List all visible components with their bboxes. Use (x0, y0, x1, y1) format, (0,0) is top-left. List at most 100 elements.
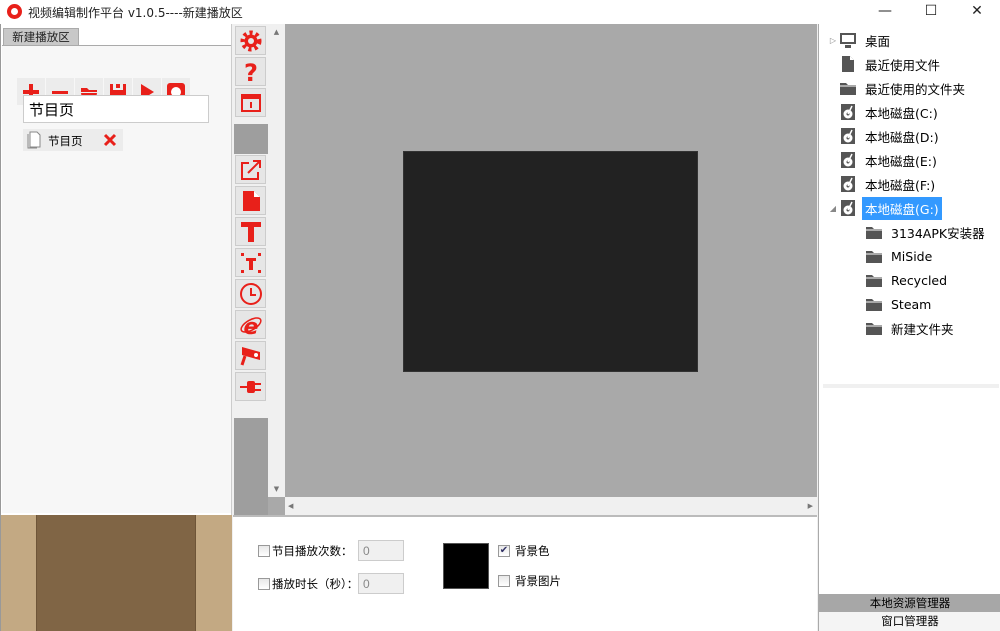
folder-icon (865, 246, 883, 266)
window-title: 视频编辑制作平台 v1.0.5----新建播放区 (28, 6, 243, 20)
file-tree: ▷ 桌面最近使用文件最近使用的文件夹 本地磁盘(C:) 本地磁盘(D:) 本地磁盘(E:… (827, 28, 999, 340)
monitor-icon (839, 30, 857, 50)
folder-icon (865, 270, 883, 290)
tree-node[interactable]: 本地磁盘(C:) (827, 100, 999, 124)
tree-divider (823, 384, 999, 388)
page-item-label: 节目页 (48, 134, 83, 148)
bg-image-label: 背景图片 (515, 574, 561, 588)
horizontal-scrollbar[interactable]: ◀ ▶ (285, 497, 817, 515)
disk-icon (839, 198, 857, 218)
tab-local-resource-manager[interactable]: 本地资源管理器 (819, 594, 1000, 612)
browser-button[interactable]: e (235, 310, 266, 339)
expander-icon[interactable]: ▷ (827, 36, 839, 45)
tree-node-label: 3134APK安装器 (891, 225, 985, 241)
resource-panel: ▷ 桌面最近使用文件最近使用的文件夹 本地磁盘(C:) 本地磁盘(D:) 本地磁盘(E:… (818, 24, 1000, 631)
tree-node[interactable]: MiSide (827, 244, 999, 268)
file-icon (242, 190, 260, 211)
tree-node[interactable]: Steam (827, 292, 999, 316)
minimize-button[interactable]: — (862, 0, 908, 24)
tree-node-label: 本地磁盘(D:) (865, 129, 939, 145)
duration-input[interactable] (358, 573, 404, 594)
tab-new-play-area[interactable]: 新建播放区 (3, 28, 79, 46)
page-icon (27, 131, 41, 149)
folder-icon (865, 318, 883, 338)
stage-screen[interactable] (403, 151, 698, 372)
bg-color-checkbox[interactable]: ✔ (498, 545, 510, 557)
tree-node-label: 本地磁盘(G:) (862, 196, 942, 220)
playlist-panel: 新建播放区 节目页 (0, 24, 232, 515)
tree-node-label: MiSide (891, 248, 933, 264)
clock-button[interactable] (235, 279, 266, 308)
text-icon (240, 221, 261, 242)
tree-node[interactable]: 新建文件夹 (827, 316, 999, 340)
settings-button[interactable] (235, 26, 266, 55)
tree-node-label: 本地磁盘(C:) (865, 105, 938, 121)
clock-icon (239, 282, 262, 305)
plug-icon (239, 380, 261, 393)
internet-explorer-icon: e (239, 315, 262, 337)
question-icon: ? (244, 60, 258, 84)
folder-icon (839, 78, 857, 98)
tree-node[interactable]: 3134APK安装器 (827, 220, 999, 244)
tree-node[interactable]: 本地磁盘(F:) (827, 172, 999, 196)
disk-icon (839, 174, 857, 194)
tree-node-label: 最近使用文件 (865, 57, 941, 73)
thumbnail-image (36, 515, 196, 631)
close-button[interactable]: ✕ (954, 0, 1000, 24)
external-link-button[interactable] (235, 155, 266, 184)
tree-node-label: Recycled (891, 272, 948, 288)
toolbar-separator (234, 124, 268, 154)
text-button[interactable] (235, 217, 266, 246)
folder-icon (865, 294, 883, 314)
maximize-button[interactable]: ☐ (908, 0, 954, 24)
svg-text:?: ? (244, 60, 258, 84)
app-logo-icon (7, 4, 22, 19)
tree-node-label: 桌面 (865, 33, 891, 49)
text-frame-button[interactable] (235, 248, 266, 277)
window-info-icon (240, 93, 261, 112)
properties-panel: 节目播放次数： 播放时长（秒）： ✔ 背景色 背景图片 (233, 515, 817, 631)
expander-icon[interactable]: ◢ (827, 204, 839, 213)
camera-button[interactable] (235, 341, 266, 370)
play-count-checkbox[interactable] (258, 545, 270, 557)
plug-button[interactable] (235, 372, 266, 401)
tree-node-label: 新建文件夹 (891, 321, 954, 337)
tree-node-label: Steam (891, 296, 932, 312)
bg-color-label: 背景色 (515, 544, 550, 558)
tree-node-label: 本地磁盘(F:) (865, 177, 936, 193)
page-list-item[interactable]: 节目页 (23, 129, 123, 151)
text-frame-icon (240, 252, 261, 273)
tree-node[interactable]: ◢ 本地磁盘(G:) (827, 196, 999, 220)
tree-node[interactable]: 本地磁盘(D:) (827, 124, 999, 148)
play-count-label: 节目播放次数： (272, 544, 353, 558)
tab-window-manager[interactable]: 窗口管理器 (819, 612, 1000, 631)
program-name-input[interactable] (23, 95, 209, 123)
tree-node[interactable]: 最近使用文件 (827, 52, 999, 76)
disk-icon (839, 126, 857, 146)
bg-image-checkbox[interactable] (498, 575, 510, 587)
title-bar: 视频编辑制作平台 v1.0.5----新建播放区 — ☐ ✕ (0, 0, 1000, 24)
camera-icon (240, 346, 260, 365)
disk-icon (839, 102, 857, 122)
play-count-input[interactable] (358, 540, 404, 561)
folder-icon (865, 222, 883, 242)
help-button[interactable]: ? (235, 57, 266, 86)
window-info-button[interactable] (235, 88, 266, 117)
tree-node[interactable]: Recycled (827, 268, 999, 292)
toolbar-filler (234, 418, 268, 515)
background-color-swatch[interactable] (443, 543, 489, 589)
tree-node-label: 最近使用的文件夹 (865, 81, 966, 97)
tree-node[interactable]: 最近使用的文件夹 (827, 76, 999, 100)
tree-node-label: 本地磁盘(E:) (865, 153, 937, 169)
duration-checkbox[interactable] (258, 578, 270, 590)
tree-node[interactable]: ▷ 桌面 (827, 28, 999, 52)
gear-icon (240, 30, 261, 51)
preview-thumbnail (0, 515, 232, 631)
vertical-scrollbar[interactable]: ▲ ▼ (268, 24, 285, 497)
delete-page-icon[interactable] (103, 133, 117, 147)
tree-node[interactable]: 本地磁盘(E:) (827, 148, 999, 172)
element-toolbar: ? e (233, 24, 268, 515)
file-button[interactable] (235, 186, 266, 215)
file-icon (839, 54, 857, 74)
disk-icon (839, 150, 857, 170)
